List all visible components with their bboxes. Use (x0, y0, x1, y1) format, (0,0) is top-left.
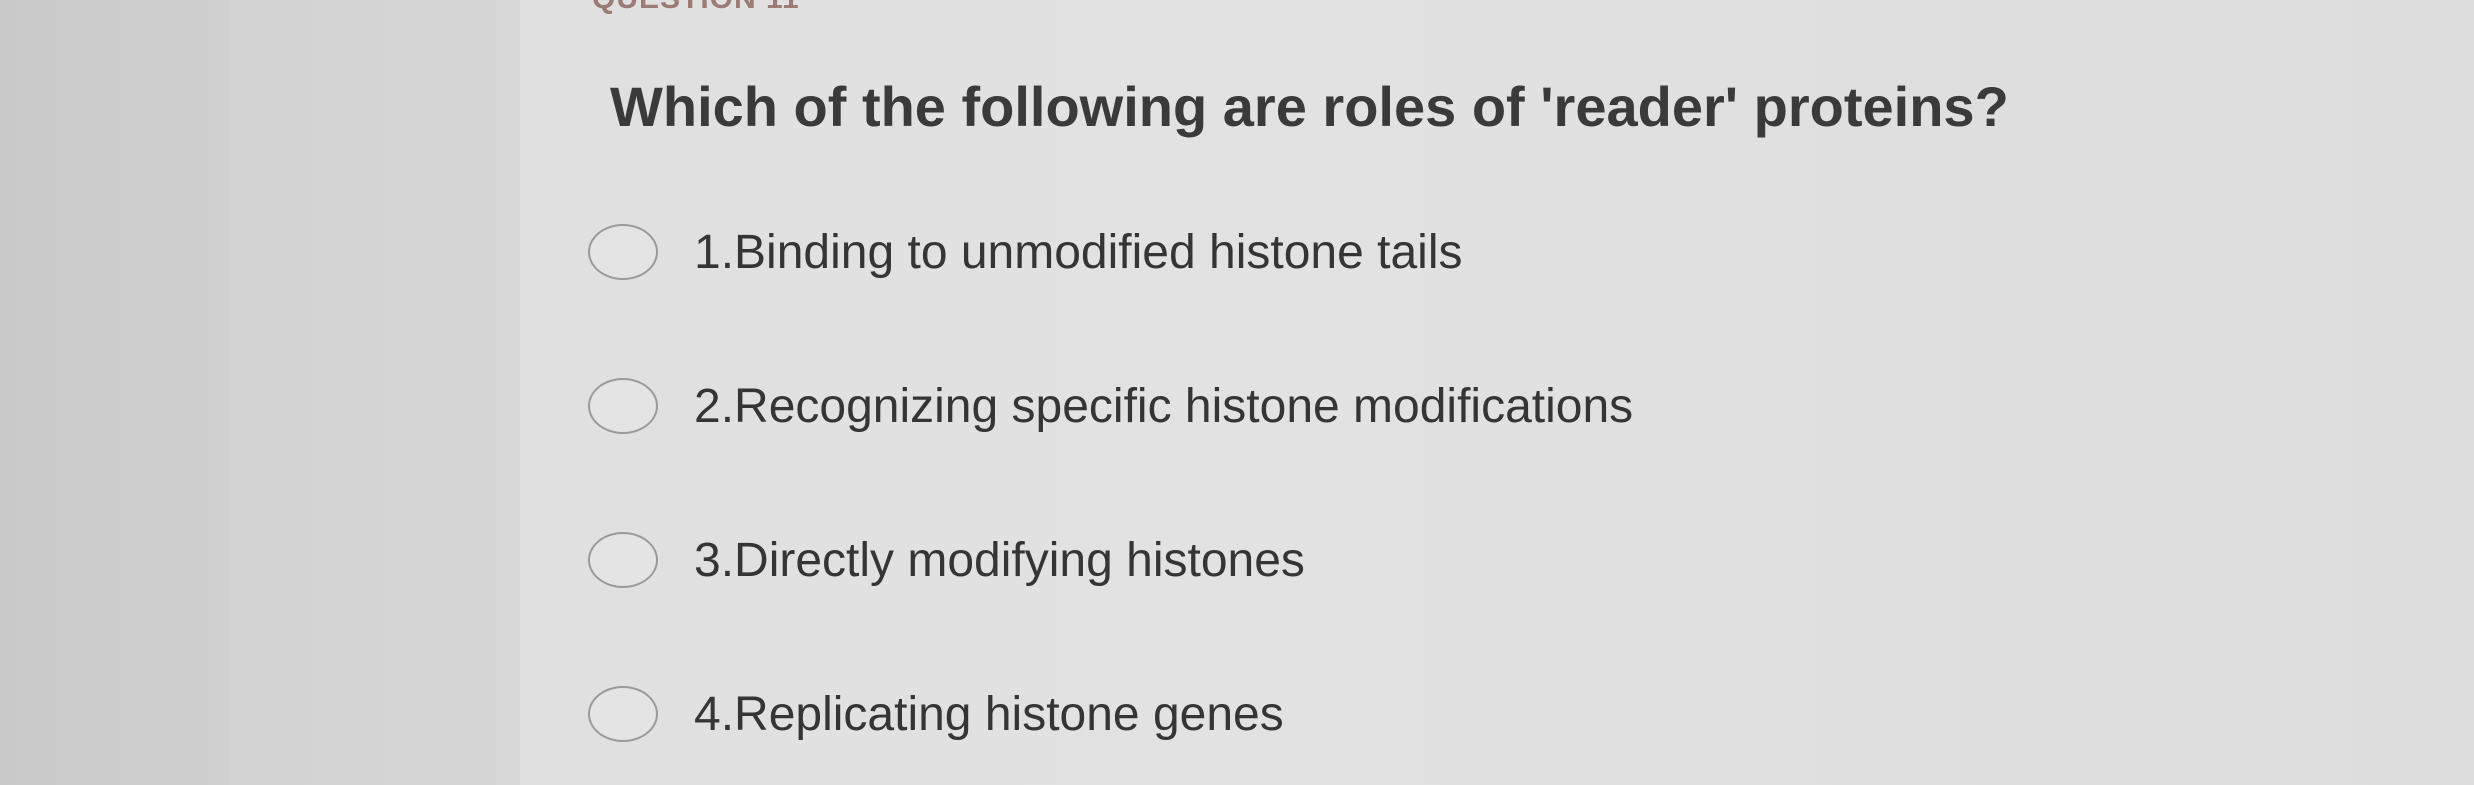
option-label-3: 3.Directly modifying histones (694, 533, 1305, 587)
side-margin (230, 0, 520, 785)
option-label-2: 2.Recognizing specific histone modificat… (694, 379, 1634, 433)
question-text: Which of the following are roles of 'rea… (610, 75, 2009, 138)
option-label-4: 4.Replicating histone genes (694, 687, 1284, 741)
left-background-panel (0, 0, 230, 785)
radio-button-option-3[interactable] (588, 532, 658, 588)
answer-option-3[interactable]: 3.Directly modifying histones (588, 532, 1305, 588)
radio-button-option-2[interactable] (588, 378, 658, 434)
option-label-1: 1.Binding to unmodified histone tails (694, 225, 1463, 279)
question-number-label: QUESTION 11 (592, 0, 800, 16)
radio-button-option-4[interactable] (588, 686, 658, 742)
answer-option-1[interactable]: 1.Binding to unmodified histone tails (588, 224, 1463, 280)
answer-option-2[interactable]: 2.Recognizing specific histone modificat… (588, 378, 1633, 434)
radio-button-option-1[interactable] (588, 224, 658, 280)
answer-option-4[interactable]: 4.Replicating histone genes (588, 686, 1284, 742)
